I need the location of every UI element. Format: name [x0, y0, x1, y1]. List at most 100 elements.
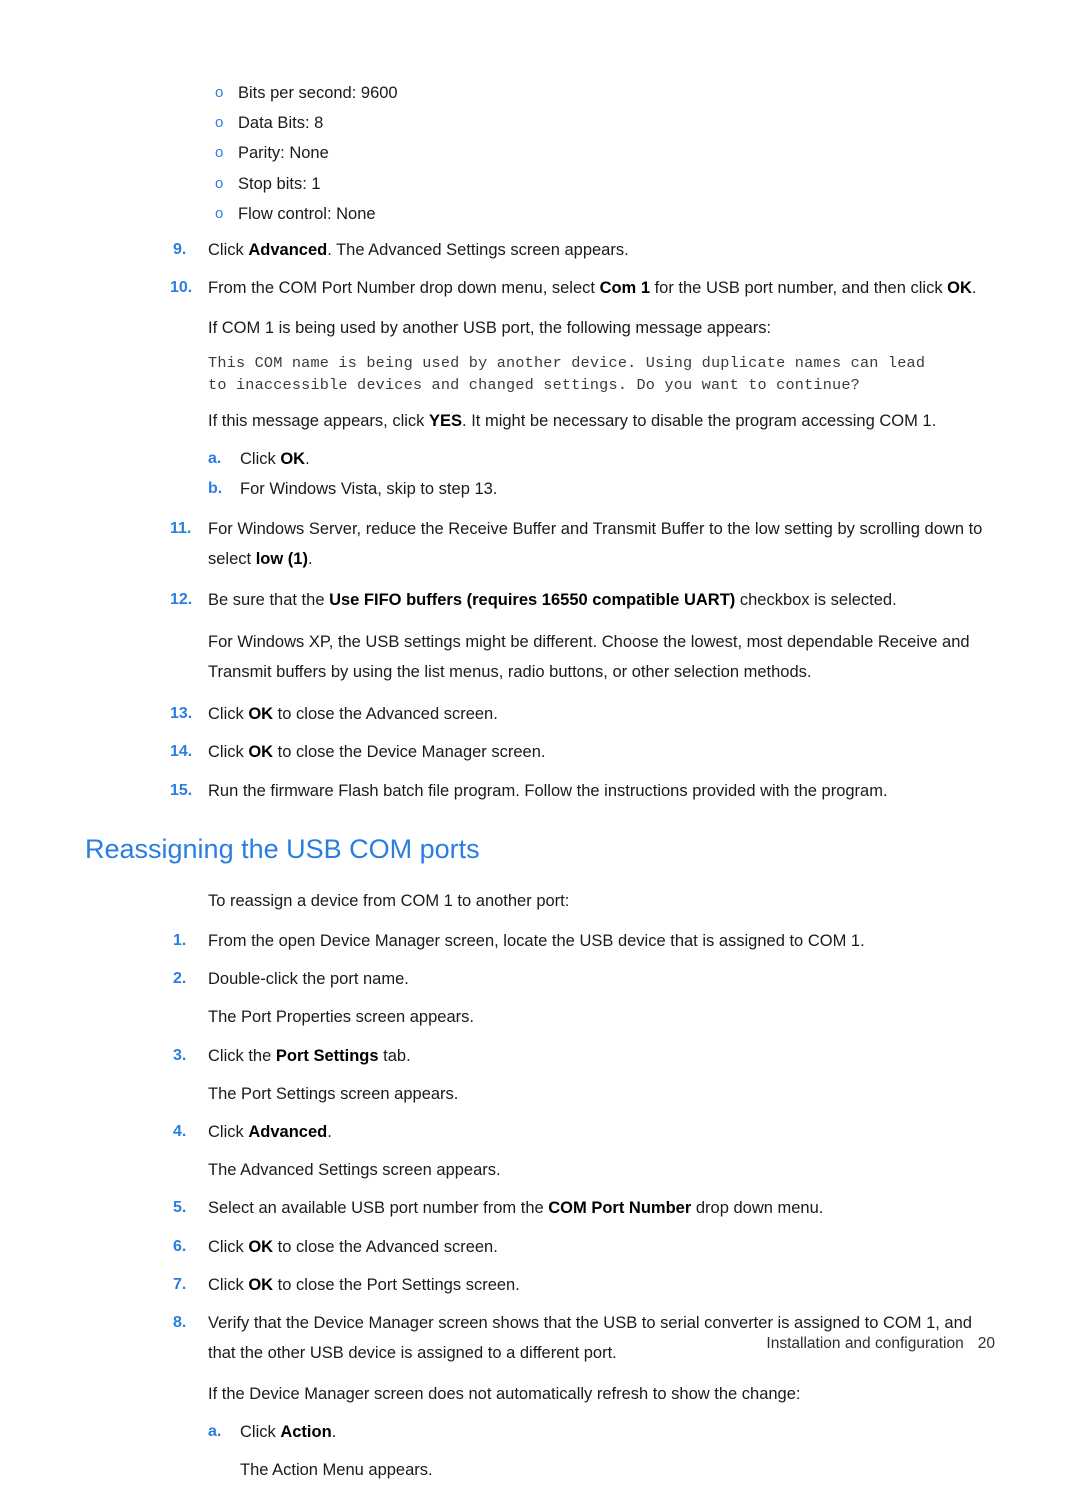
step-13: 13. Click OK to close the Advanced scree…: [85, 699, 995, 729]
step-9: 9. Click Advanced. The Advanced Settings…: [85, 235, 995, 265]
step-number: 6.: [173, 1237, 187, 1255]
reassign-step-6: 6. Click OK to close the Advanced screen…: [85, 1232, 995, 1262]
step-number: 15.: [170, 781, 193, 799]
step-number: 3.: [173, 1046, 187, 1064]
step-number: 5.: [173, 1199, 187, 1217]
step-12: 12. Be sure that the Use FIFO buffers (r…: [85, 585, 995, 615]
bullet-marker-icon: o: [215, 84, 224, 101]
list-item: o Parity: None: [85, 138, 995, 168]
step-number: 2.: [173, 970, 187, 988]
port-settings-note: The Port Settings screen appears.: [208, 1084, 459, 1103]
step-text: Click OK to close the Port Settings scre…: [208, 1275, 520, 1294]
emphasis-ok: OK: [248, 705, 274, 724]
step-text: From the COM Port Number drop down menu,…: [208, 279, 977, 298]
step-number: 14.: [170, 743, 193, 761]
step-text: Select an available USB port number from…: [208, 1199, 824, 1218]
serial-settings-bullet-list: o Bits per second: 9600 o Data Bits: 8 o…: [85, 78, 995, 229]
step-number: 12.: [170, 590, 193, 608]
step-text: Click the Port Settings tab.: [208, 1046, 411, 1065]
emphasis-port-settings: Port Settings: [275, 1046, 379, 1065]
step-number: 8.: [173, 1314, 187, 1332]
step-10-substeps: a. Click OK. b. For Windows Vista, skip …: [85, 444, 995, 504]
step-number: 11.: [170, 520, 192, 538]
step-text: Be sure that the Use FIFO buffers (requi…: [208, 590, 897, 609]
refresh-note: If the Device Manager screen does not au…: [208, 1384, 801, 1403]
reassign-step-2: 2. Double-click the port name.: [85, 964, 995, 994]
reassign-step-5: 5. Select an available USB port number f…: [85, 1193, 995, 1223]
bullet-marker-icon: o: [215, 144, 224, 162]
yes-click-note: If this message appears, click YES. It m…: [208, 411, 937, 430]
reassign-step-7: 7. Click OK to close the Port Settings s…: [85, 1270, 995, 1300]
step-text: Click OK to close the Device Manager scr…: [208, 743, 546, 762]
document-page: o Bits per second: 9600 o Data Bits: 8 o…: [0, 0, 1080, 1479]
system-message-line-2: to inaccessible devices and changed sett…: [208, 375, 860, 394]
list-item: o Bits per second: 9600: [85, 78, 995, 108]
emphasis-yes: YES: [429, 411, 463, 430]
step-text: For Windows Server, reduce the Receive B…: [208, 520, 983, 569]
bullet-marker-icon: o: [215, 114, 224, 132]
step-15: 15. Run the firmware Flash batch file pr…: [85, 776, 995, 806]
list-item: o Data Bits: 8: [85, 108, 995, 138]
step-text: Click OK to close the Advanced screen.: [208, 1237, 498, 1256]
emphasis-fifo: Use FIFO buffers (requires 16550 compati…: [329, 590, 736, 609]
windows-xp-note: For Windows XP, the USB settings might b…: [208, 632, 970, 682]
emphasis-ok: OK: [280, 449, 306, 468]
list-item: o Flow control: None: [85, 199, 995, 229]
step-10: 10. From the COM Port Number drop down m…: [85, 273, 995, 303]
footer-label: Installation and configuration: [766, 1335, 964, 1352]
emphasis-action: Action: [280, 1422, 332, 1441]
list-item: o Stop bits: 1: [85, 169, 995, 199]
step-number: 1.: [173, 932, 187, 950]
com1-in-use-note: If COM 1 is being used by another USB po…: [208, 319, 772, 338]
port-properties-note: The Port Properties screen appears.: [208, 1008, 474, 1027]
step-text: Click OK to close the Advanced screen.: [208, 705, 498, 724]
system-message-block: This COM name is being used by another d…: [85, 352, 995, 396]
bullet-text: Stop bits: 1: [238, 174, 321, 193]
step-number: 10.: [170, 279, 193, 297]
emphasis-ok: OK: [248, 1275, 274, 1294]
system-message-line-1: This COM name is being used by another d…: [208, 353, 926, 372]
step-14: 14. Click OK to close the Device Manager…: [85, 737, 995, 767]
advanced-settings-note: The Advanced Settings screen appears.: [208, 1161, 501, 1180]
substep-a: a. Click OK.: [85, 444, 995, 474]
step-text: From the open Device Manager screen, loc…: [208, 932, 865, 951]
emphasis-ok: OK: [248, 1237, 274, 1256]
reassign-step-1: 1. From the open Device Manager screen, …: [85, 926, 995, 956]
reassign-step-4: 4. Click Advanced.: [85, 1117, 995, 1147]
step-number: 4.: [173, 1123, 187, 1141]
bullet-text: Bits per second: 9600: [238, 84, 398, 102]
substep-letter: a.: [208, 1422, 222, 1440]
reassign-intro: To reassign a device from COM 1 to anoth…: [208, 891, 570, 910]
page-footer: Installation and configuration 20: [85, 1335, 995, 1353]
action-menu-note: The Action Menu appears.: [240, 1460, 433, 1479]
emphasis-ok: OK: [947, 279, 972, 298]
step-text: Click Advanced. The Advanced Settings sc…: [208, 241, 629, 260]
emphasis-advanced: Advanced: [248, 241, 328, 260]
footer-page-number: 20: [977, 1335, 995, 1352]
emphasis-ok: OK: [248, 743, 274, 762]
emphasis-com-port-number: COM Port Number: [548, 1199, 692, 1218]
step-number: 13.: [170, 705, 193, 723]
substep-a: a. Click Action.: [85, 1417, 995, 1447]
step-text: Run the firmware Flash batch file progra…: [208, 781, 888, 800]
bullet-marker-icon: o: [215, 174, 224, 192]
step-number: 7.: [173, 1275, 187, 1293]
emphasis-com1: Com 1: [599, 279, 650, 298]
bullet-marker-icon: o: [215, 204, 224, 222]
substep-letter: a.: [208, 449, 222, 467]
page-title: Reassigning the USB COM ports: [85, 833, 480, 864]
substep-letter: b.: [208, 480, 223, 498]
step-number: 9.: [173, 241, 187, 259]
emphasis-low: low (1): [255, 550, 308, 569]
emphasis-advanced: Advanced: [248, 1123, 328, 1142]
bullet-text: Data Bits: 8: [238, 114, 324, 133]
reassign-step-3: 3. Click the Port Settings tab.: [85, 1041, 995, 1071]
substep-text: For Windows Vista, skip to step 13.: [240, 480, 498, 499]
reassign-step-8-substeps: a. Click Action.: [85, 1417, 995, 1447]
substep-b: b. For Windows Vista, skip to step 13.: [85, 474, 995, 504]
bullet-text: Flow control: None: [238, 204, 376, 223]
bullet-text: Parity: None: [238, 144, 329, 163]
substep-text: Click OK.: [240, 449, 310, 468]
step-11: 11. For Windows Server, reduce the Recei…: [85, 514, 995, 574]
step-text: Double-click the port name.: [208, 970, 409, 989]
